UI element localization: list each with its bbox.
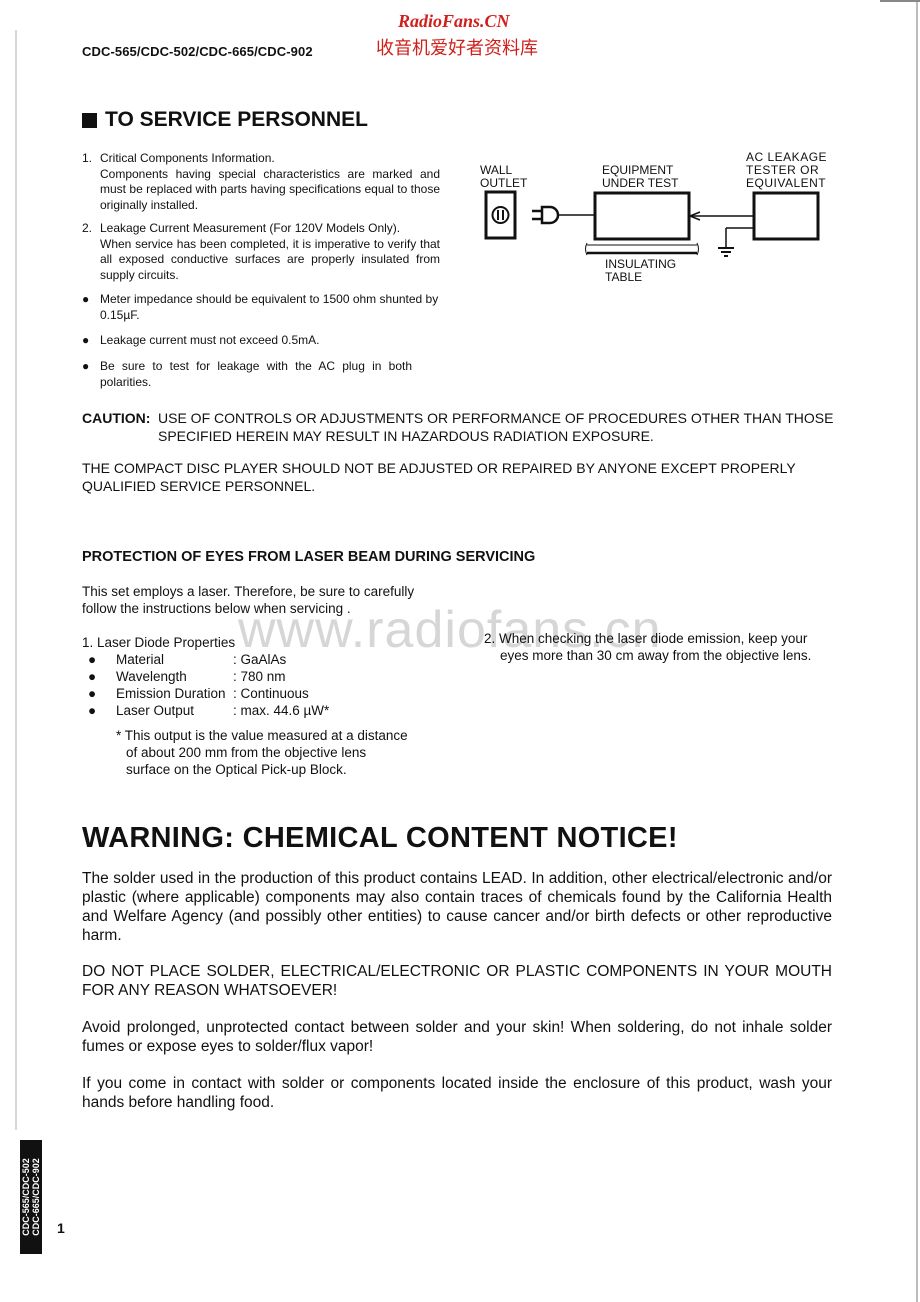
leakage-test-diagram: WALL OUTLET EQUIPMENT UNDER TEST AC LEAK… xyxy=(470,140,850,300)
diagram-graphics xyxy=(484,190,820,257)
ac-plug-icon xyxy=(532,205,595,225)
property-row: ● Material : GaAlAs xyxy=(88,652,287,667)
bullet-icon: ● xyxy=(88,703,97,718)
warning-paragraph: Avoid prolonged, unprotected contact bet… xyxy=(82,1019,832,1055)
warning-paragraph: The solder used in the production of thi… xyxy=(82,870,832,944)
bullet-icon: ● xyxy=(82,333,90,347)
wall-outlet-icon xyxy=(484,190,517,240)
equipment-box xyxy=(593,191,691,241)
probe-arrow xyxy=(687,211,754,221)
laser-section-title: PROTECTION OF EYES FROM LASER BEAM DURIN… xyxy=(82,549,536,565)
service-bullet: ● Leakage current must not exceed 0.5mA. xyxy=(82,333,320,347)
insulating-table-icon xyxy=(585,242,699,256)
caution-notice: CAUTION: USE OF CONTROLS OR ADJUSTMENTS O… xyxy=(82,410,834,444)
laser-diode-properties: 1. Laser Diode Properties ● Material : G… xyxy=(82,634,329,719)
section-title-service: TO SERVICE PERSONNEL xyxy=(82,108,368,132)
property-row: ● Laser Output : max. 44.6 µW* xyxy=(88,703,330,718)
service-item-2-title: Leakage Current Measurement (For 120V Mo… xyxy=(100,221,401,235)
property-row: ● Emission Duration : Continuous xyxy=(88,686,309,701)
watermark-chinese: 收音机爱好者资料库 xyxy=(376,38,538,58)
section-title-text: TO SERVICE PERSONNEL xyxy=(105,108,368,131)
model-header: CDC-565/CDC-502/CDC-665/CDC-902 xyxy=(82,44,313,59)
bullet-icon: ● xyxy=(82,359,90,373)
side-model-tab: CDC-565/CDC-502 CDC-665/CDC-902 xyxy=(20,1140,42,1254)
service-item-1-title: Critical Components Information. xyxy=(100,151,275,165)
warning-paragraph: DO NOT PLACE SOLDER, ELECTRICAL/ELECTRON… xyxy=(82,963,832,999)
service-item-2-text: When service has been completed, it is i… xyxy=(100,236,440,282)
laser-item-1-title: 1. Laser Diode Properties xyxy=(82,635,236,650)
bullet-icon: ● xyxy=(88,686,97,701)
service-item-1-text: Components having special characteristic… xyxy=(100,166,440,212)
laser-intro: This set employs a laser. Therefore, be … xyxy=(82,584,415,616)
service-item-2: 2. Leakage Current Measurement (For 120V… xyxy=(82,221,440,282)
page-number: 1 xyxy=(57,1220,65,1236)
cd-player-note: THE COMPACT DISC PLAYER SHOULD NOT BE AD… xyxy=(82,460,796,494)
square-bullet-icon xyxy=(82,112,97,128)
service-bullet: ● Meter impedance should be equivalent t… xyxy=(82,292,439,322)
laser-item-2: 2. When checking the laser diode emissio… xyxy=(484,631,812,663)
scan-edge-top xyxy=(880,0,920,2)
warning-title: WARNING: CHEMICAL CONTENT NOTICE! xyxy=(82,822,678,854)
laser-output-footnote: * This output is the value measured at a… xyxy=(116,728,408,777)
warning-paragraph: If you come in contact with solder or co… xyxy=(82,1075,832,1111)
watermark-brand: RadioFans.CN xyxy=(398,11,510,31)
bullet-icon: ● xyxy=(88,652,97,667)
ground-icon xyxy=(718,227,754,257)
scan-edge-right xyxy=(916,0,918,1302)
bullet-icon: ● xyxy=(88,669,97,684)
caution-label: CAUTION: xyxy=(82,410,151,426)
service-item-1: 1. Critical Components Information. Comp… xyxy=(82,151,440,212)
tester-box xyxy=(752,191,820,241)
bullet-icon: ● xyxy=(82,292,90,306)
scan-edge-left xyxy=(15,30,17,1130)
service-bullet: ● Be sure to test for leakage with the A… xyxy=(82,359,412,389)
property-row: ● Wavelength : 780 nm xyxy=(88,669,286,684)
